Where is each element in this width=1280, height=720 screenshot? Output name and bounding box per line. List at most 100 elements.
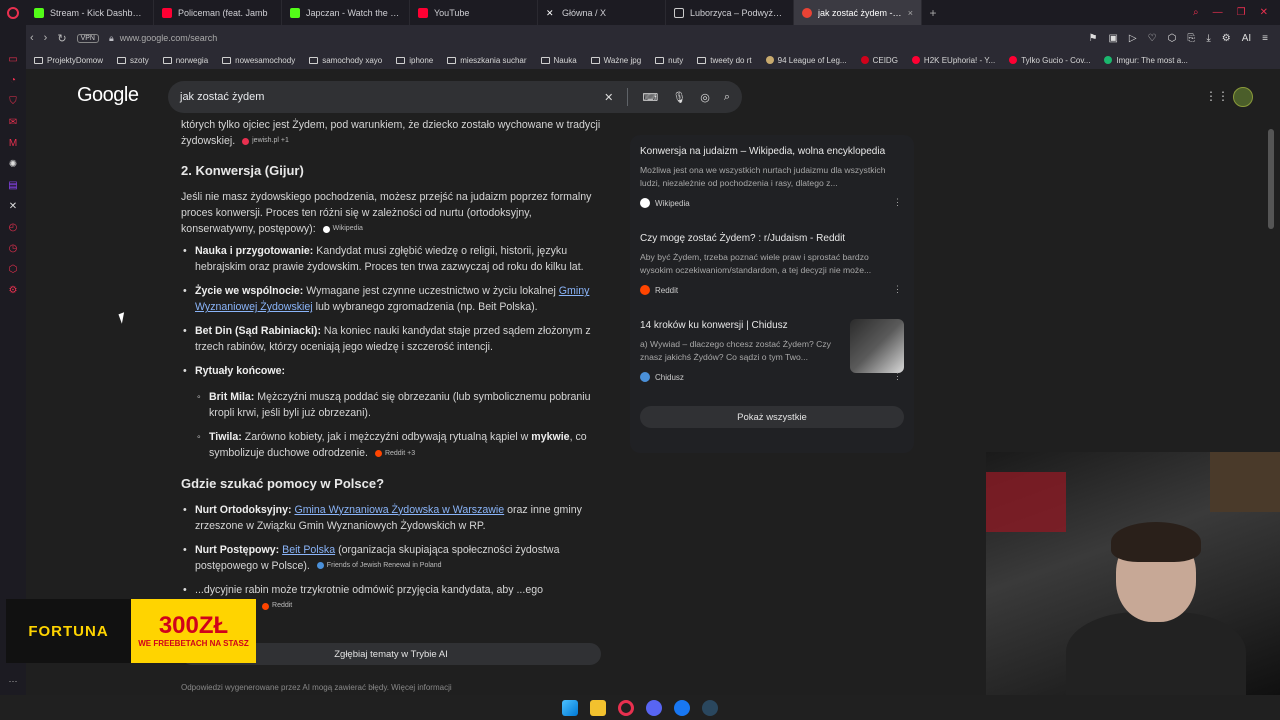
citation-chip[interactable]: Reddit	[262, 598, 292, 614]
bookmark-6[interactable]: mieszkania suchar	[447, 56, 527, 65]
bookmark-0[interactable]: ProjektyDomow	[34, 56, 103, 65]
more-options-icon[interactable]: ⋮	[893, 371, 902, 382]
google-logo[interactable]: Google	[77, 84, 139, 107]
mic-icon[interactable]: 🎙︎	[672, 91, 686, 104]
lock-icon[interactable]: 🔒︎	[109, 33, 114, 44]
folder-icon	[540, 56, 550, 64]
source-title[interactable]: 14 kroków ku konwersji | Chidusz	[640, 319, 840, 332]
search-tabs-icon[interactable]: ⌕	[1193, 7, 1199, 18]
close-tab-icon[interactable]: ×	[908, 8, 913, 18]
beit-polska-link[interactable]: Beit Polska	[282, 544, 335, 556]
bookmark-2[interactable]: norwegia	[162, 56, 208, 65]
citation-chip[interactable]: Wikipedia	[322, 221, 363, 237]
maximize-icon[interactable]: ❐	[1237, 7, 1246, 18]
vpn-badge[interactable]: VPN	[76, 33, 99, 43]
kick-icon	[34, 7, 44, 18]
aria-ai-button[interactable]: AI	[1242, 33, 1251, 44]
source-card[interactable]: 14 kroków ku konwersji | Chidusz a) Wywi…	[640, 319, 904, 394]
bookmark-5[interactable]: iphone	[396, 56, 433, 65]
bookmark-13[interactable]: H2K EUphoria! - Y...	[911, 56, 995, 65]
messenger-icon[interactable]: ✉	[7, 116, 19, 128]
tab-5[interactable]: Luborzyca – Podwyższen	[666, 0, 794, 25]
extensions-sidebar-icon[interactable]: ⬡	[7, 263, 19, 275]
bookmark-7[interactable]: Nauka	[540, 56, 577, 65]
scrollbar[interactable]	[1268, 129, 1274, 229]
folder-icon	[117, 56, 127, 64]
discord-icon[interactable]	[646, 699, 662, 716]
bookmark-1[interactable]: szoty	[117, 56, 149, 65]
source-card[interactable]: Czy mogę zostać Żydem? : r/Judaism - Red…	[640, 232, 904, 307]
more-options-icon[interactable]: ⋮	[893, 284, 902, 295]
item-title: Brit Mila:	[209, 391, 255, 404]
opera-menu-icon[interactable]	[0, 0, 26, 25]
reload-icon[interactable]: ↻	[57, 32, 66, 45]
x-icon[interactable]: ✕	[7, 200, 19, 212]
file-explorer-icon[interactable]	[590, 699, 606, 716]
history-icon[interactable]: ◴	[7, 221, 19, 233]
tab-3[interactable]: YouTube	[410, 0, 538, 25]
search-input[interactable]: jak zostać żydem	[180, 91, 604, 103]
new-tab-button[interactable]: +	[922, 6, 944, 20]
tab-1[interactable]: Policeman (feat. Jamb	[154, 0, 282, 25]
avatar[interactable]	[1233, 87, 1253, 107]
folder-icon	[162, 56, 172, 64]
search-icon[interactable]: ⌕	[724, 91, 730, 104]
settings-sidebar-icon[interactable]: ⚙	[7, 284, 19, 296]
bookmark-14[interactable]: Tylko Gucio - Cov...	[1009, 56, 1090, 65]
source-thumbnail[interactable]	[850, 319, 904, 373]
settings-icon[interactable]: ⚙	[1222, 33, 1231, 44]
speed-dial-icon[interactable]: ▭	[7, 53, 19, 65]
tab-6-active[interactable]: jak zostać żydem - Szukaj×	[794, 0, 922, 25]
snapshot-icon[interactable]: ▣	[1108, 33, 1117, 44]
bookmark-10[interactable]: tweety do rt	[697, 56, 752, 65]
download-icon[interactable]: ⤓	[1206, 33, 1210, 44]
player-icon[interactable]: ▷	[1129, 33, 1137, 44]
tab-4[interactable]: ✕ Główna / X	[538, 0, 666, 25]
source-card[interactable]: Konwersja na judaizm – Wikipedia, wolna …	[640, 145, 904, 220]
bookmark-9[interactable]: nuty	[655, 56, 683, 65]
fortuna-ad-overlay[interactable]: FORTUNA 300ZŁ WE FREEBETACH NA STASZ	[6, 599, 256, 663]
gmail-icon[interactable]: M	[7, 137, 19, 149]
pinboard-icon[interactable]: ⎘	[1187, 33, 1195, 44]
tab-2[interactable]: Japczan - Watch the VOD	[282, 0, 410, 25]
heart-icon[interactable]: ♡	[1148, 33, 1157, 44]
url-field[interactable]: www.google.com/search	[120, 33, 218, 43]
opera-icon[interactable]	[618, 699, 634, 716]
gmina-warszawa-link[interactable]: Gmina Wyznaniowa Żydowska w Warszawie	[294, 504, 504, 516]
folder-icon	[697, 56, 707, 64]
twitch-icon[interactable]: ▤	[7, 179, 19, 191]
bookmark-3[interactable]: nowesamochody	[222, 56, 295, 65]
clear-icon[interactable]: ✕	[604, 91, 613, 104]
minimize-icon[interactable]: —	[1213, 7, 1223, 18]
close-window-icon[interactable]: ✕	[1260, 7, 1268, 18]
clock-icon[interactable]: ◷	[7, 242, 19, 254]
windows-start-icon[interactable]	[562, 699, 578, 716]
bookmark-11[interactable]: 94 League of Leg...	[765, 56, 847, 65]
bookmark-12[interactable]: CEIDG	[860, 56, 898, 65]
citation-chip[interactable]: jewish.pl +1	[242, 133, 289, 149]
citation-chip[interactable]: Friends of Jewish Renewal in Poland	[316, 558, 442, 574]
chatgpt-icon[interactable]: ✺	[7, 158, 19, 170]
lens-icon[interactable]: ◎	[700, 91, 710, 104]
forward-icon[interactable]: ›	[44, 32, 48, 45]
source-title[interactable]: Czy mogę zostać Żydem? : r/Judaism - Red…	[640, 232, 904, 245]
facebook-icon[interactable]	[674, 699, 690, 716]
citation-chip[interactable]: Reddit +3	[374, 446, 415, 462]
shopping-icon[interactable]: ⛉	[7, 95, 19, 107]
more-icon[interactable]: ⋯	[9, 676, 18, 687]
bookmark-icon[interactable]: ⚑	[1088, 33, 1097, 44]
bookmark-4[interactable]: samochody xayo	[309, 56, 382, 65]
source-title[interactable]: Konwersja na judaizm – Wikipedia, wolna …	[640, 145, 904, 158]
show-all-button[interactable]: Pokaż wszystkie	[640, 406, 904, 428]
aria-icon[interactable]: ◔	[7, 74, 19, 86]
back-icon[interactable]: ‹	[30, 32, 34, 45]
more-options-icon[interactable]: ⋮	[893, 197, 902, 208]
bookmark-8[interactable]: Ważne jpg	[590, 56, 641, 65]
bookmark-15[interactable]: Imgur: The most a...	[1104, 56, 1188, 65]
steam-icon[interactable]	[702, 699, 718, 716]
search-box[interactable]: jak zostać żydem ✕ ⌨ 🎙︎ ◎ ⌕	[168, 81, 742, 113]
keyboard-icon[interactable]: ⌨	[642, 91, 658, 104]
tab-0[interactable]: Stream - Kick Dashboard	[26, 0, 154, 25]
extensions-icon[interactable]: ⬡	[1168, 33, 1177, 44]
menu-icon[interactable]: ≡	[1262, 33, 1268, 44]
